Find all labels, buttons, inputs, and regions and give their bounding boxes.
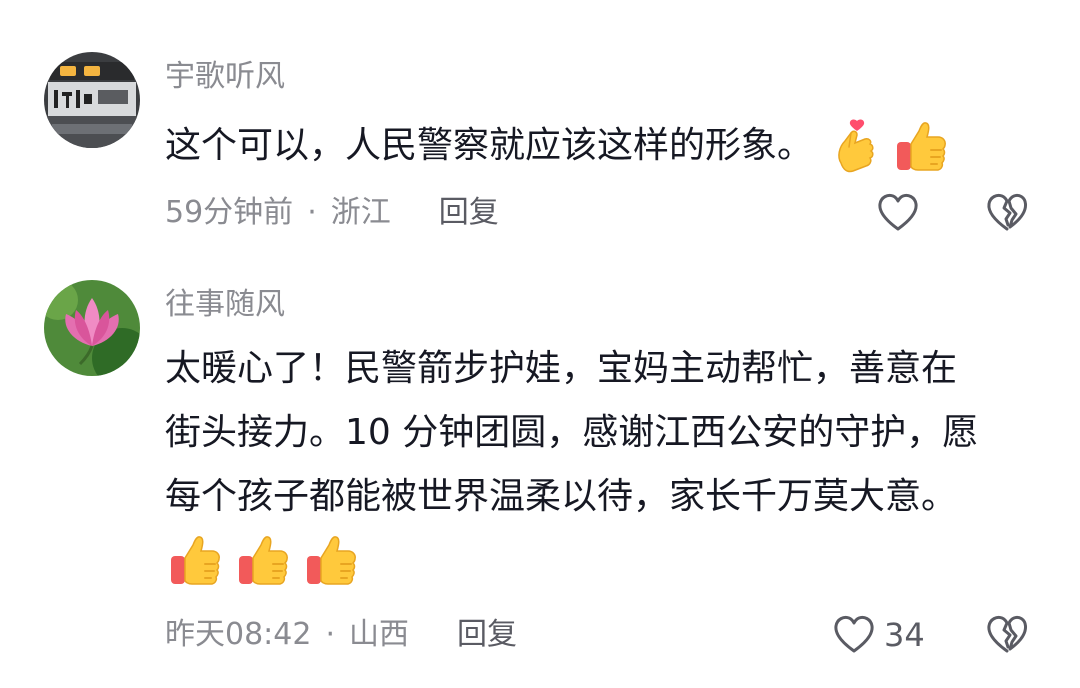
thumbs-up-emoji: [165, 531, 225, 591]
comment-text-line: 每个孩子都能被世界温柔以待，家长千万莫大意。: [165, 476, 958, 517]
comment-text-line: 这个可以，人民警察就应该这样的形象。: [165, 125, 814, 166]
avatar[interactable]: [44, 52, 140, 148]
reply-button[interactable]: 回复: [457, 617, 517, 652]
broken-heart-icon[interactable]: [985, 191, 1029, 235]
comment-location: 山西: [349, 617, 410, 652]
finger-heart-emoji: [827, 117, 887, 177]
comment-time: 昨天08:42: [165, 617, 312, 652]
comment-emojis: [827, 117, 951, 177]
comment-location: 浙江: [330, 195, 391, 230]
comment-item: 往事随风 太暖心了！民警箭步护娃，宝妈主动帮忙，善意在 街头接力。10 分钟团圆…: [0, 260, 1080, 688]
username[interactable]: 宇歌听风: [165, 57, 285, 97]
thumbs-up-emoji: [301, 531, 361, 591]
broken-heart-icon[interactable]: [985, 613, 1029, 657]
heart-icon: [832, 613, 876, 657]
comment-meta: 59分钟前 · 浙江 回复: [165, 193, 499, 233]
comment-text-line: 太暖心了！民警箭步护娃，宝妈主动帮忙，善意在: [165, 348, 958, 389]
like-count: 34: [884, 616, 925, 654]
avatar-image: [44, 52, 140, 148]
avatar[interactable]: [44, 280, 140, 376]
thumbs-up-emoji: [233, 531, 293, 591]
like-button[interactable]: 34: [832, 613, 925, 657]
comment-text: 这个可以，人民警察就应该这样的形象。: [165, 114, 1045, 178]
comment-item: 宇歌听风 这个可以，人民警察就应该这样的形象。 59分钟前 · 浙江 回复: [0, 0, 1080, 260]
thumbs-up-emoji: [891, 117, 951, 177]
comment-time: 59分钟前: [165, 195, 294, 230]
comment-emojis: [165, 531, 361, 595]
comment-meta: 昨天08:42 · 山西 回复: [165, 615, 517, 655]
username[interactable]: 往事随风: [165, 285, 285, 325]
reply-button[interactable]: 回复: [439, 195, 499, 230]
comment-text-line: 街头接力。10 分钟团圆，感谢江西公安的守护，愿: [165, 412, 979, 453]
avatar-image: [44, 280, 140, 376]
separator-dot: ·: [307, 195, 317, 230]
heart-icon: [876, 191, 920, 235]
comment-text: 太暖心了！民警箭步护娃，宝妈主动帮忙，善意在 街头接力。10 分钟团圆，感谢江西…: [165, 337, 1045, 529]
like-button[interactable]: [876, 191, 928, 235]
separator-dot: ·: [325, 617, 336, 652]
